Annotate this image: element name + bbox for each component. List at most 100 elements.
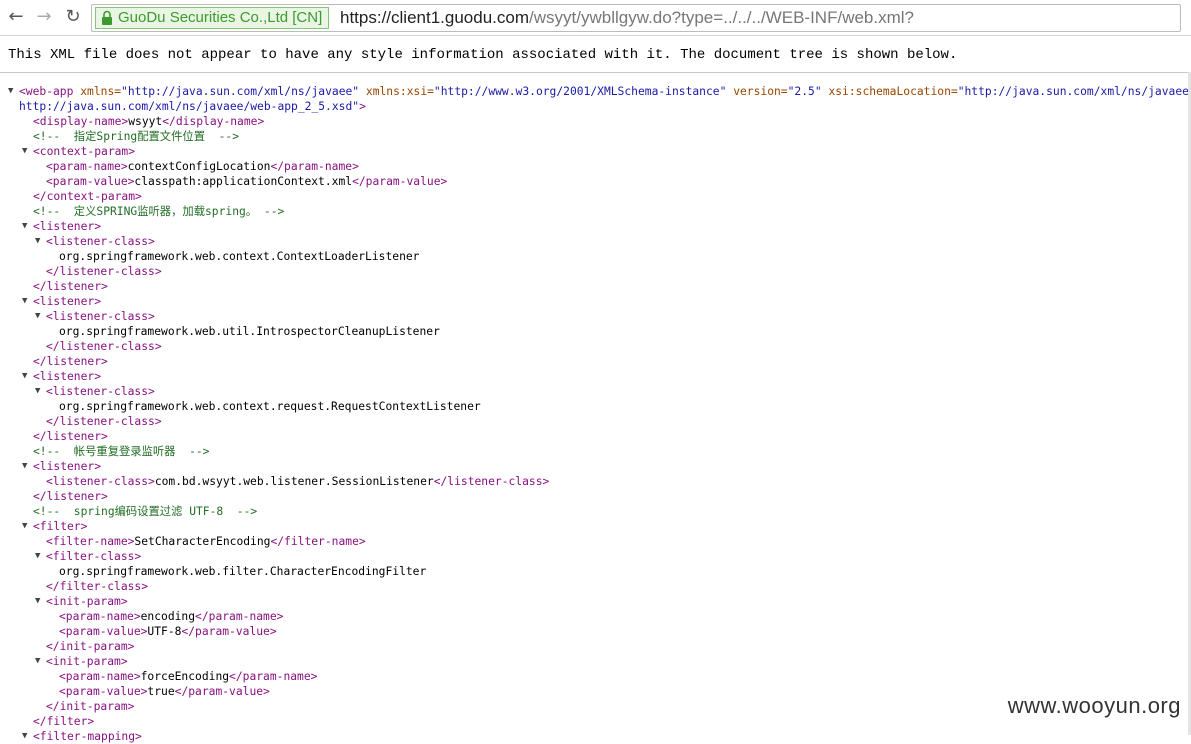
watermark: www.wooyun.org (1007, 693, 1181, 718)
address-bar[interactable]: GuoDu Securities Co.,Ltd [CN] https://cl… (91, 4, 1181, 32)
xml-text: org.springframework.web.context.request.… (59, 400, 481, 413)
forward-arrow-icon[interactable]: → (33, 6, 55, 28)
xml-attr-value: http://java.sun.com/xml/ns/javaee/web-ap… (19, 100, 360, 113)
xml-tag: <filter> (33, 520, 88, 533)
url-text[interactable]: https://client1.guodu.com/wsyyt/ywbllgyw… (340, 8, 914, 28)
collapse-toggle-icon[interactable]: ▼ (22, 729, 27, 744)
xml-line: <!-- 帐号重复登录监听器 --> (0, 444, 1191, 459)
xml-text: org.springframework.web.util.Introspecto… (59, 325, 440, 338)
xml-tag: <listener-class> (46, 310, 155, 323)
xml-tag: </listener-class> (46, 265, 162, 278)
xml-tag: </filter-name> (270, 535, 366, 548)
xml-tag: </context-param> (33, 190, 142, 203)
xml-text: org.springframework.web.context.ContextL… (59, 250, 420, 263)
xml-tag: <param-value> (59, 685, 148, 698)
ev-certificate-badge[interactable]: GuoDu Securities Co.,Ltd [CN] (95, 7, 330, 29)
xml-line: ▼ <listener> (0, 459, 1191, 474)
xml-tag: <listener> (33, 295, 102, 308)
xml-comment: <!-- 指定Spring配置文件位置 --> (33, 130, 239, 143)
xml-tag: <web-app (19, 85, 74, 98)
xml-text: org.springframework.web.filter.Character… (59, 565, 427, 578)
ev-certificate-label: GuoDu Securities Co.,Ltd [CN] (118, 9, 323, 26)
collapse-toggle-icon[interactable]: ▼ (22, 459, 27, 474)
xml-text: encoding (140, 610, 196, 623)
xml-attr-name: xmlns= (80, 85, 122, 98)
xml-line: </context-param> (0, 189, 1191, 204)
xml-tag: </param-value> (181, 625, 277, 638)
collapse-toggle-icon[interactable]: ▼ (22, 219, 27, 234)
xml-tag: <listener-class> (46, 385, 155, 398)
collapse-toggle-icon[interactable]: ▼ (22, 144, 27, 159)
xml-info-text: This XML file does not appear to have an… (8, 47, 958, 63)
xml-line: ▼ <listener> (0, 219, 1191, 234)
xml-text: UTF-8 (147, 625, 182, 638)
collapse-toggle-icon[interactable]: ▼ (8, 84, 13, 99)
xml-text: SetCharacterEncoding (134, 535, 271, 548)
xml-tag: </listener> (33, 355, 108, 368)
xml-tag: <filter-name> (46, 535, 135, 548)
xml-tag: </listener> (33, 490, 108, 503)
lock-icon (102, 10, 112, 25)
xml-line: <param-name>encoding</param-name> (0, 609, 1191, 624)
xml-line: <listener-class>com.bd.wsyyt.web.listene… (0, 474, 1191, 489)
collapse-toggle-icon[interactable]: ▼ (35, 309, 40, 324)
xml-line: ▼ <listener-class> (0, 384, 1191, 399)
browser-toolbar: ← → ↻ GuoDu Securities Co.,Ltd [CN] http… (0, 0, 1191, 36)
xml-line: </filter-class> (0, 579, 1191, 594)
xml-tag: </listener-class> (433, 475, 550, 488)
xml-tag: <context-param> (33, 145, 136, 158)
xml-tag: <listener> (33, 460, 102, 473)
xml-tree: ▼ <web-app xmlns= "http://java.sun.com/xml… (0, 84, 1191, 744)
reload-icon[interactable]: ↻ (62, 6, 84, 28)
xml-tag: </filter> (33, 715, 95, 728)
xml-attr-name: xsi:schemaLocation= (828, 85, 958, 98)
xml-tag: </listener> (33, 430, 108, 443)
collapse-toggle-icon[interactable]: ▼ (35, 549, 40, 564)
xml-line: ▼ <listener-class> (0, 234, 1191, 249)
xml-tag: <listener-class> (46, 235, 155, 248)
xml-text: true (147, 685, 175, 698)
xml-tag: <listener-class> (46, 475, 155, 488)
xml-tag: <listener> (33, 370, 102, 383)
xml-tag: </display-name> (162, 115, 265, 128)
xml-tag: </listener-class> (46, 415, 162, 428)
xml-text: com.bd.wsyyt.web.listener.SessionListene… (154, 475, 434, 488)
back-arrow-icon[interactable]: ← (5, 6, 27, 28)
xml-line: ▼ <filter> (0, 519, 1191, 534)
collapse-toggle-icon[interactable]: ▼ (22, 369, 27, 384)
xml-line: <param-name>forceEncoding</param-name> (0, 669, 1191, 684)
xml-line: </listener-class> (0, 339, 1191, 354)
xml-line: <param-name>contextConfigLocation</param… (0, 159, 1191, 174)
xml-line: ▼ <context-param> (0, 144, 1191, 159)
url-path: /wsyyt/ywbllgyw.do?type=../../../WEB-INF… (529, 8, 914, 27)
collapse-toggle-icon[interactable]: ▼ (35, 654, 40, 669)
xml-line: ▼ <filter-mapping> (0, 729, 1191, 744)
collapse-toggle-icon[interactable]: ▼ (35, 594, 40, 609)
xml-comment: <!-- 定义SPRING监听器，加载spring。 --> (33, 205, 285, 218)
xml-attr-value: "http://java.sun.com/xml/ns/javaee (957, 85, 1189, 98)
xml-line: <filter-name>SetCharacterEncoding</filte… (0, 534, 1191, 549)
xml-attr-name: version= (733, 85, 788, 98)
xml-tag: </param-name> (229, 670, 318, 683)
xml-tag: <filter-class> (46, 550, 142, 563)
xml-line: </listener> (0, 279, 1191, 294)
xml-tag: <filter-mapping> (33, 730, 142, 743)
xml-tag: <param-name> (59, 610, 141, 623)
collapse-toggle-icon[interactable]: ▼ (22, 519, 27, 534)
xml-line: </listener-class> (0, 264, 1191, 279)
collapse-toggle-icon[interactable]: ▼ (35, 384, 40, 399)
xml-tag: <param-value> (46, 175, 135, 188)
collapse-toggle-icon[interactable]: ▼ (22, 294, 27, 309)
xml-tag: </param-name> (195, 610, 284, 623)
xml-text: wsyyt (128, 115, 163, 128)
xml-line: org.springframework.web.filter.Character… (0, 564, 1191, 579)
xml-line: </listener> (0, 354, 1191, 369)
xml-line: org.springframework.web.context.request.… (0, 399, 1191, 414)
xml-line: ▼ <listener> (0, 294, 1191, 309)
xml-line: ▼ <web-app xmlns= "http://java.sun.com/xml… (0, 84, 1191, 99)
xml-tag: </init-param> (46, 700, 135, 713)
xml-tag: </filter-class> (46, 580, 149, 593)
xml-tag: </param-name> (270, 160, 359, 173)
collapse-toggle-icon[interactable]: ▼ (35, 234, 40, 249)
xml-text: contextConfigLocation (127, 160, 271, 173)
